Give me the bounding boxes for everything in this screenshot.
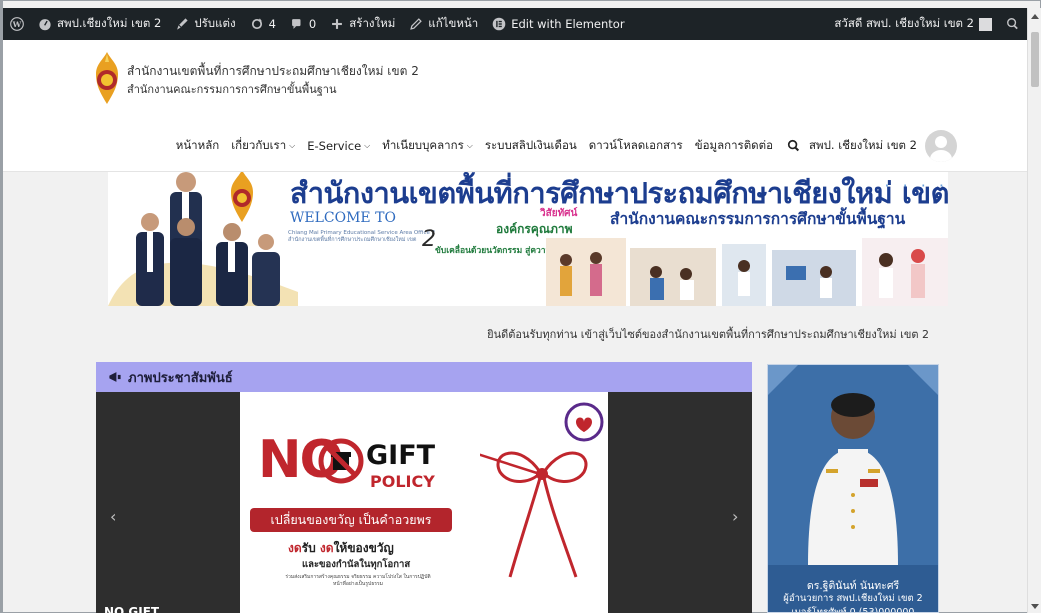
main-nav: หน้าหลัก เกี่ยวกับเรา ⌵ E-Service ⌵ ทำเนีย…: [170, 130, 957, 162]
search-icon[interactable]: [787, 139, 801, 153]
megaphone-icon: [109, 372, 121, 382]
nav-personnel[interactable]: ทำเนียบบุคลากร ⌵: [376, 137, 479, 155]
user-avatar[interactable]: [925, 130, 957, 162]
elementor-menu[interactable]: Edit with Elementor: [485, 8, 631, 40]
nav-about[interactable]: เกี่ยวกับเรา ⌵: [225, 137, 301, 155]
scroll-thumb[interactable]: [1031, 32, 1039, 87]
account-avatar: [979, 17, 992, 31]
updates-menu[interactable]: 4: [243, 8, 283, 40]
wp-logo-menu[interactable]: W: [3, 8, 31, 40]
nav-payslip[interactable]: ระบบสลิปเงินเดือน: [479, 137, 583, 155]
greeting-label: สวัสดี สพป. เชียงใหม่ เขต 2: [834, 16, 974, 30]
scroll-up-icon[interactable]: [1031, 14, 1039, 19]
obec-logo[interactable]: [91, 50, 123, 106]
slide-caption: NO GIFT: [104, 605, 160, 613]
search-icon: [1007, 18, 1018, 30]
chevron-down-icon: ⌵: [466, 141, 473, 150]
slide-caption-sub: สำนักงานเขตพื้นที่การศึกษาประถมศึกษาเชีย…: [278, 604, 546, 613]
slider-prev-icon[interactable]: ‹: [110, 507, 116, 526]
nav-home[interactable]: หน้าหลัก: [170, 137, 226, 155]
pr-heading-label: ภาพประชาสัมพันธ์: [128, 370, 233, 386]
banner-obec: สำนักงานคณะกรรมการการศึกษาขั้นพื้นฐาน: [610, 210, 906, 228]
wp-admin-bar: W สพป.เชียงใหม่ เขต 2 ปรับแต่ง 4 0 สร้าง…: [3, 8, 1027, 40]
paintbrush-icon: [177, 18, 188, 30]
nav-user-name[interactable]: สพป. เชียงใหม่ เขต 2: [809, 137, 917, 155]
site-name[interactable]: สำนักงานเขตพื้นที่การศึกษาประถมศึกษาเชีย…: [127, 62, 419, 81]
refrain-part-2: รับ: [301, 541, 320, 555]
new-label: สร้างใหม่: [349, 16, 396, 30]
nav-personnel-label: ทำเนียบบุคลากร: [382, 138, 464, 152]
students-photo: [546, 238, 948, 306]
welcome-marquee: ยินดีต้อนรับทุกท่าน เข้าสู่เว็บไซต์ของสำ…: [487, 328, 929, 341]
customize-menu[interactable]: ปรับแต่ง: [168, 8, 242, 40]
nav-downloads-label: ดาวน์โหลดเอกสาร: [588, 138, 683, 152]
site-tagline: สำนักงานคณะกรรมการการศึกษาขั้นพื้นฐาน: [127, 83, 337, 96]
refrain-part-4: ให้ของขวัญ: [333, 541, 394, 555]
slide-refrain-line2: และของกำนัลในทุกโอกาส: [302, 559, 411, 570]
page-scrollbar[interactable]: [1027, 8, 1041, 613]
banner-org-tag: องค์กรคุณภาพ: [496, 222, 573, 236]
chevron-down-icon: ⌵: [364, 141, 371, 150]
plus-icon: [332, 19, 343, 29]
nav-downloads[interactable]: ดาวน์โหลดเอกสาร: [583, 137, 689, 155]
customize-label: ปรับแต่ง: [194, 16, 236, 30]
comments-menu[interactable]: 0: [283, 8, 323, 40]
site-name-label: สพป.เชียงใหม่ เขต 2: [57, 16, 162, 30]
banner-vision-tag: วิสัยทัศน์: [540, 208, 578, 219]
site-name-menu[interactable]: สพป.เชียงใหม่ เขต 2: [31, 8, 168, 40]
admin-search[interactable]: [999, 8, 1027, 40]
decorative-dots: · · · ·: [884, 176, 948, 195]
executives-photo: [108, 172, 298, 306]
updates-count: 4: [268, 17, 276, 31]
no-gift-slide[interactable]: NO GIFT POLICY เปลี่ยนของขวัญ เป็นคำอวยพ…: [240, 392, 608, 613]
refrain-part-1: งด: [288, 541, 302, 555]
hero-banner: สำนักงานเขตพื้นที่การศึกษาประถมศึกษาเชีย…: [108, 172, 948, 306]
pencil-icon: [410, 18, 423, 30]
director-photo: [768, 365, 938, 612]
nav-about-label: เกี่ยวกับเรา: [231, 138, 287, 152]
elementor-label: Edit with Elementor: [511, 17, 625, 31]
elementor-icon: [492, 17, 506, 31]
nav-contact[interactable]: ข้อมูลการติดต่อ: [689, 137, 779, 155]
director-phone: เบอร์โทรศัพท์ 0 (53)000000: [791, 607, 915, 613]
banner-welcome-sub: Chiang Mai Primary Educational Service A…: [288, 230, 436, 244]
nav-eservice-label: E-Service: [307, 139, 362, 153]
dashboard-icon: [39, 19, 51, 31]
pr-section: ภาพประชาสัมพันธ์ ‹ NO GIFT POLICY เปลี่ย…: [96, 362, 752, 613]
scroll-down-icon[interactable]: [1031, 604, 1039, 609]
comments-count: 0: [308, 17, 317, 31]
svg-text:W: W: [12, 20, 22, 29]
site-header: สำนักงานเขตพื้นที่การศึกษาประถมศึกษาเชีย…: [3, 40, 1027, 172]
no-gift-icon: [318, 438, 364, 484]
banner-area-number: 2: [422, 227, 436, 252]
edit-page-label: แก้ไขหน้า: [428, 16, 479, 30]
director-title: ผู้อำนวยการ สพป.เชียงใหม่ เขต 2: [783, 593, 923, 604]
nav-home-label: หน้าหลัก: [175, 138, 220, 152]
slide-policy-text: POLICY: [370, 472, 435, 491]
nav-contact-label: ข้อมูลการติดต่อ: [694, 138, 774, 152]
my-account-menu[interactable]: สวัสดี สพป. เชียงใหม่ เขต 2: [827, 8, 999, 40]
slider-next-icon[interactable]: ›: [732, 507, 738, 526]
slide-exchange-banner: เปลี่ยนของขวัญ เป็นคำอวยพร: [250, 508, 452, 532]
nav-eservice[interactable]: E-Service ⌵: [301, 139, 376, 153]
chevron-down-icon: ⌵: [289, 141, 296, 150]
pr-heading: ภาพประชาสัมพันธ์: [96, 362, 752, 392]
slide-smallprint: ร่วมส่งเสริมการสร้างคุณธรรม จริยธรรม ควา…: [285, 574, 431, 587]
nav-payslip-label: ระบบสลิปเงินเดือน: [484, 138, 577, 152]
director-card[interactable]: ดร.ฐิตินันท์ นันทะศรี ผู้อำนวยการ สพป.เช…: [767, 364, 939, 613]
pr-slider[interactable]: ‹ NO GIFT POLICY เปลี่ยนของขวัญ เป็นคำอว…: [96, 392, 752, 613]
comment-icon: [292, 19, 301, 29]
wordpress-icon: W: [10, 17, 24, 31]
red-ribbon-icon: [480, 402, 604, 578]
slide-refrain: งดรับ งดให้ของขวัญ: [288, 539, 394, 558]
slide-gift-text: GIFT: [366, 440, 436, 471]
new-content-menu[interactable]: สร้างใหม่: [323, 8, 402, 40]
banner-welcome: WELCOME TO: [290, 210, 396, 226]
edit-page-menu[interactable]: แก้ไขหน้า: [402, 8, 485, 40]
refrain-part-3: งด: [319, 541, 334, 555]
updates-icon: [251, 18, 262, 30]
